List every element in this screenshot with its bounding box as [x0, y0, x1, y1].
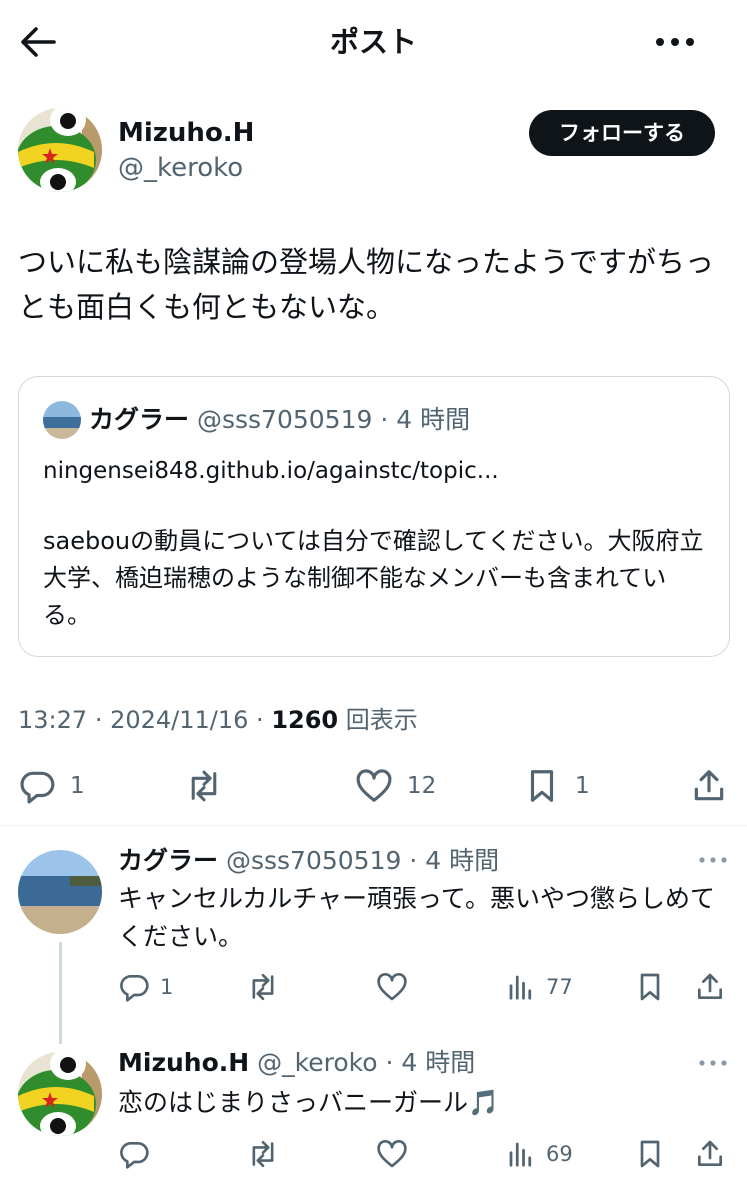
- reply-count: 1: [70, 773, 85, 799]
- reply-author-handle[interactable]: @sss7050519: [226, 846, 401, 875]
- author-handle[interactable]: @_keroko: [118, 151, 243, 185]
- like-count: 12: [407, 773, 437, 799]
- bookmark-button[interactable]: [634, 969, 666, 1005]
- bar-chart-icon: [509, 1142, 532, 1167]
- quote-text: saebouの動員については自分で確認してください。大阪府立大学、橋迫瑞穂のよう…: [43, 527, 704, 629]
- more-options-button[interactable]: [652, 24, 698, 60]
- reply-icon: [120, 975, 149, 1002]
- page-title: ポスト: [329, 25, 417, 59]
- post-time: 13:27: [18, 706, 88, 734]
- reply-text: キャンセルカルチャー頑張って。悪いやつ懲らしめてください。: [118, 884, 716, 951]
- bookmark-count: 1: [575, 773, 590, 799]
- repost-button[interactable]: [246, 1136, 280, 1172]
- reply-text: 恋のはじまりさっバニーガール🎵: [118, 1088, 500, 1117]
- heart-icon: [356, 769, 392, 802]
- reply-header: Mizuho.H @_keroko · 4 時間: [118, 1048, 476, 1077]
- bar-chart-icon: [509, 975, 532, 1000]
- bookmark-button[interactable]: [634, 1136, 666, 1172]
- bookmark-icon: [640, 973, 660, 1001]
- quote-header: カグラー @sss7050519 · 4 時間: [89, 405, 471, 434]
- repost-button[interactable]: [246, 969, 280, 1005]
- view-count: 1260: [271, 706, 339, 734]
- like-button[interactable]: [376, 969, 408, 1005]
- reply-author-name[interactable]: Mizuho.H: [118, 1048, 249, 1077]
- reply-time: 4 時間: [425, 846, 500, 875]
- repost-icon: [252, 1140, 274, 1168]
- quoted-post[interactable]: カグラー @sss7050519 · 4 時間 ningensei848.git…: [18, 376, 730, 657]
- reply-header: カグラー @sss7050519 · 4 時間: [118, 846, 500, 875]
- reply-button[interactable]: 1: [18, 764, 85, 808]
- repost-button[interactable]: [184, 764, 224, 808]
- like-button[interactable]: [376, 1136, 408, 1172]
- reply-reply-button[interactable]: 1: [118, 969, 173, 1005]
- view-label: 回表示: [345, 706, 418, 734]
- reply-reply-button[interactable]: [118, 1136, 150, 1172]
- more-dots-icon: [699, 1060, 727, 1066]
- heart-icon: [377, 1140, 407, 1168]
- views-button[interactable]: 77: [506, 969, 573, 1005]
- share-icon: [698, 1140, 722, 1166]
- more-dots-icon: [656, 38, 694, 46]
- share-button[interactable]: [694, 969, 726, 1005]
- share-icon: [694, 770, 724, 801]
- reply-author-name[interactable]: カグラー: [118, 846, 218, 875]
- frog-avatar-icon: [18, 1052, 102, 1136]
- beach-avatar-icon: [43, 401, 81, 439]
- heart-icon: [377, 973, 407, 1001]
- bookmark-icon: [530, 770, 554, 802]
- post-text: ついに私も陰謀論の登場人物になったようですがちっとも面白くも何ともないな。: [18, 245, 715, 324]
- bookmark-icon: [640, 1140, 660, 1168]
- quote-link[interactable]: ningensei848.github.io/againstc/topic...: [43, 453, 499, 489]
- view-count: 69: [546, 1142, 573, 1166]
- reply-icon: [20, 771, 55, 804]
- share-button[interactable]: [690, 764, 728, 808]
- quote-author-handle: @sss7050519: [196, 405, 373, 434]
- quote-author-name: カグラー: [89, 405, 190, 434]
- thread-line: [59, 942, 62, 1044]
- reply-more-button[interactable]: [698, 1056, 728, 1070]
- avatar[interactable]: [18, 108, 102, 192]
- reply-avatar[interactable]: [18, 850, 102, 934]
- reply-time: 4 時間: [401, 1048, 476, 1077]
- quote-avatar: [43, 401, 81, 439]
- more-dots-icon: [699, 857, 727, 863]
- like-button[interactable]: 12: [355, 764, 436, 808]
- views-button[interactable]: 69: [506, 1136, 573, 1172]
- bookmark-button[interactable]: 1: [523, 764, 590, 808]
- follow-button[interactable]: フォローする: [529, 110, 715, 156]
- repost-icon: [252, 973, 274, 1001]
- reply-author-handle[interactable]: @_keroko: [257, 1048, 377, 1077]
- share-icon: [698, 973, 722, 999]
- repost-icon: [191, 770, 217, 802]
- reply-more-button[interactable]: [698, 853, 728, 867]
- post-meta: 13:27 · 2024/11/16 · 1260 回表示: [18, 706, 418, 734]
- frog-avatar-icon: [18, 108, 102, 192]
- author-name[interactable]: Mizuho.H: [118, 116, 254, 150]
- post-date: 2024/11/16: [110, 706, 249, 734]
- beach-avatar-icon: [18, 850, 102, 934]
- share-button[interactable]: [694, 1136, 726, 1172]
- reply-count: 1: [160, 975, 174, 999]
- divider: [0, 825, 747, 826]
- quote-time: 4 時間: [396, 405, 471, 434]
- reply-icon: [120, 1142, 149, 1169]
- reply-avatar[interactable]: [18, 1052, 102, 1136]
- view-count: 77: [546, 975, 573, 999]
